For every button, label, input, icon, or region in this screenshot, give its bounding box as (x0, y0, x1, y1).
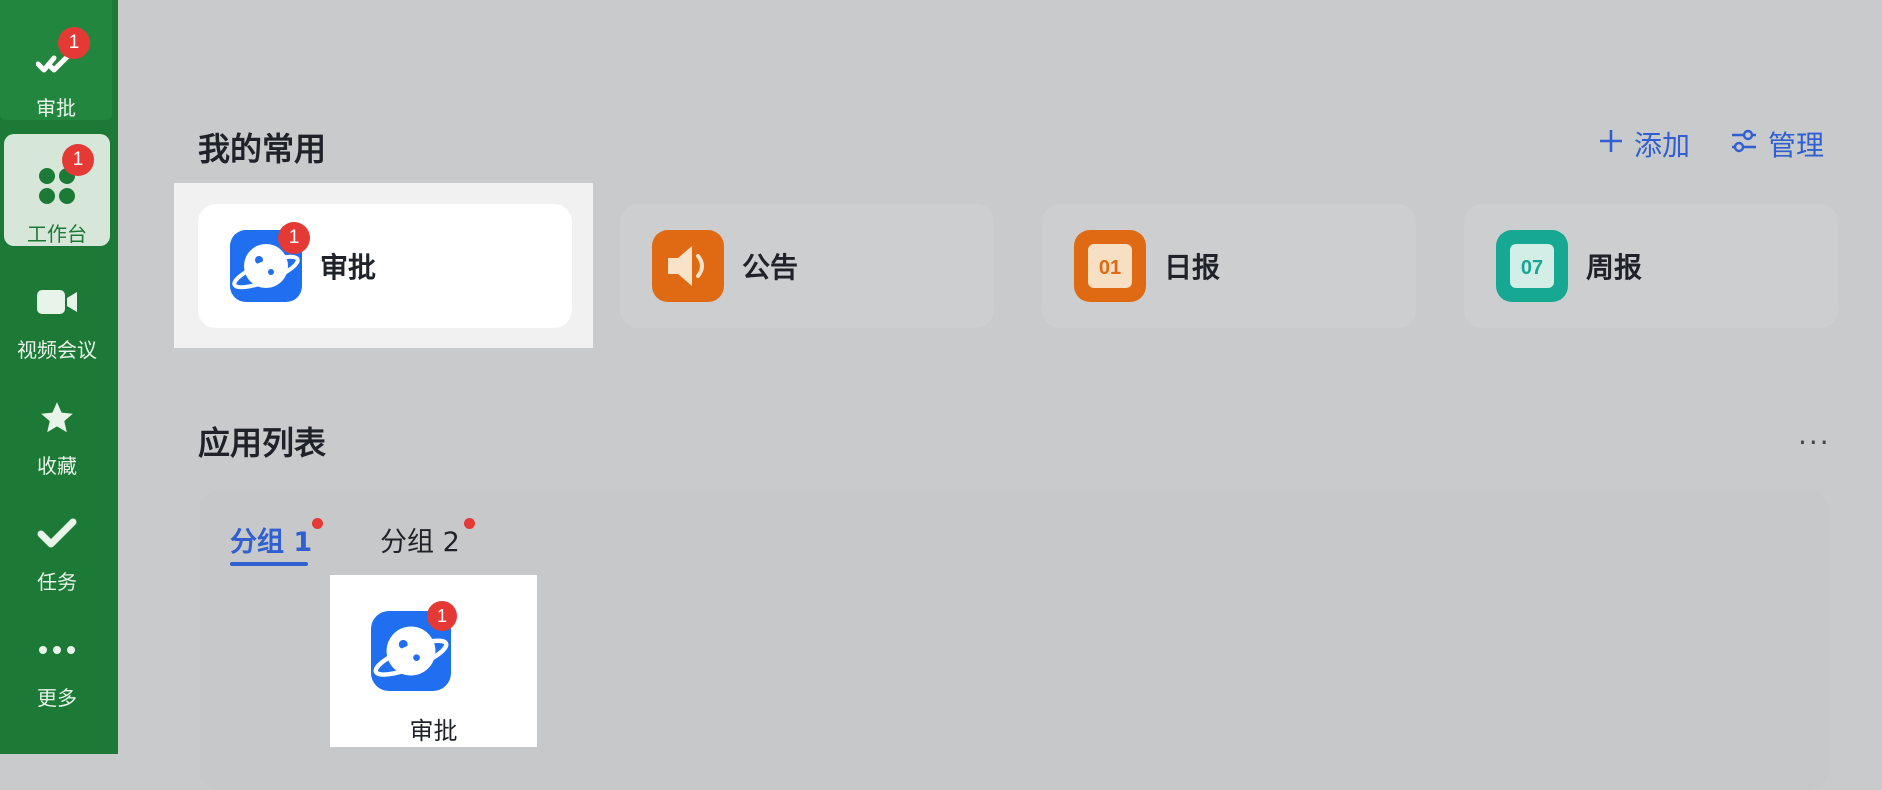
sidebar-item-label: 审批 (36, 96, 76, 120)
tab-group-2[interactable]: 分组 2 (380, 520, 460, 559)
add-button[interactable]: 添加 (1598, 124, 1690, 164)
calendar-day: 07 (1520, 257, 1544, 279)
manage-label: 管理 (1768, 129, 1825, 162)
favorite-app-daily-report[interactable]: 01 日报 (1042, 204, 1416, 328)
favorites-title: 我的常用 (198, 130, 327, 168)
daily-report-calendar-icon: 01 (1074, 230, 1146, 302)
sidebar-item-label: 收藏 (37, 454, 77, 478)
unread-dot (464, 518, 475, 529)
video-camera-icon (35, 280, 79, 324)
tab-group-1[interactable]: 分组 1 (230, 520, 312, 559)
favorite-app-name: 公告 (742, 251, 799, 284)
sidebar-item-workbench[interactable]: 1 工作台 (4, 134, 110, 246)
weekly-report-calendar-icon: 07 (1496, 230, 1568, 302)
active-tab-indicator (230, 562, 308, 566)
announcement-speaker-icon (652, 230, 724, 302)
sidebar: 1 审批 1 工作台 视频会议 收藏 任务 更多 (0, 0, 118, 754)
app-list-title: 应用列表 (198, 424, 327, 462)
badge: 1 (58, 27, 90, 59)
favorite-app-name: 审批 (320, 251, 377, 284)
approval-planet-icon: 1 (371, 601, 457, 691)
sidebar-item-approval[interactable]: 1 审批 (0, 0, 112, 120)
favorite-app-weekly-report[interactable]: 07 周报 (1464, 204, 1838, 328)
favorite-app-approval[interactable]: 1 审批 (198, 204, 572, 328)
settings-sliders-icon (1730, 128, 1758, 161)
calendar-day: 01 (1098, 257, 1122, 279)
more-dots-icon (35, 628, 79, 672)
star-icon (35, 396, 79, 440)
sidebar-item-favorites[interactable]: 收藏 (4, 366, 110, 478)
favorite-app-announcement[interactable]: 公告 (620, 204, 994, 328)
favorite-app-name: 周报 (1586, 251, 1643, 284)
task-check-icon (35, 512, 79, 556)
favorite-app-name: 日报 (1164, 251, 1221, 284)
unread-dot (312, 518, 323, 529)
sidebar-item-video-meeting[interactable]: 视频会议 (4, 250, 110, 362)
sidebar-item-label: 视频会议 (17, 338, 97, 362)
sidebar-item-label: 工作台 (27, 222, 87, 246)
manage-button[interactable]: 管理 (1730, 124, 1824, 164)
badge: 1 (62, 144, 94, 176)
sidebar-item-label: 任务 (37, 570, 77, 594)
app-list-item-approval[interactable]: 1 审批 (330, 575, 537, 747)
sidebar-item-label: 更多 (37, 686, 77, 710)
app-list-more-button[interactable]: ··· (1798, 426, 1831, 459)
badge: 1 (427, 601, 457, 631)
badge: 1 (278, 222, 310, 254)
app-list-item-label: 审批 (409, 717, 458, 745)
sidebar-item-more[interactable]: 更多 (4, 598, 110, 710)
approval-planet-icon: 1 (230, 222, 310, 302)
plus-icon (1598, 128, 1624, 161)
add-label: 添加 (1634, 129, 1691, 162)
sidebar-item-tasks[interactable]: 任务 (4, 482, 110, 594)
